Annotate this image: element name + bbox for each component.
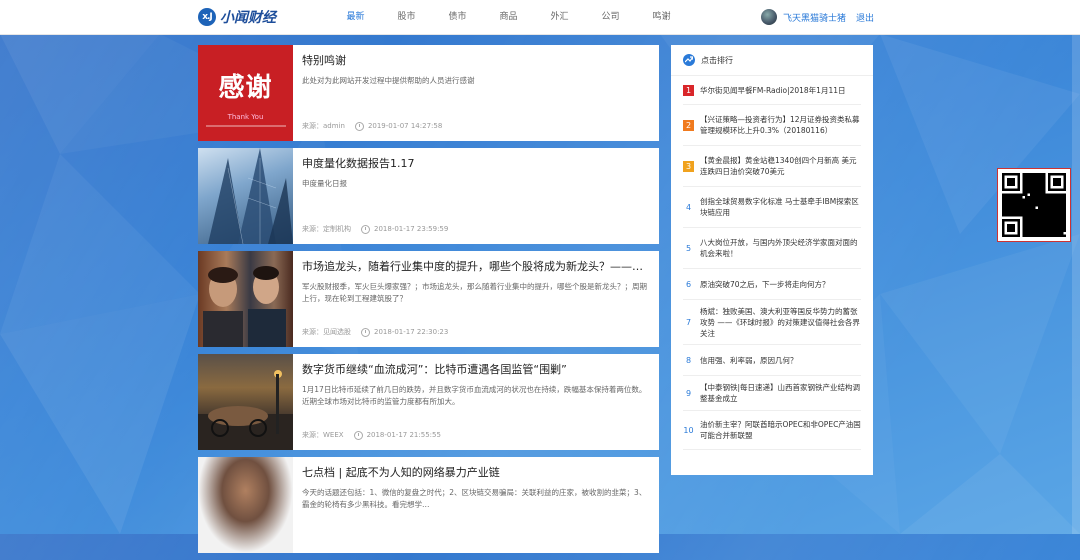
ranking-header: 点击排行 [671, 45, 873, 76]
ranking-item-text[interactable]: 杨斌：独败美国、澳大利亚等国反华势力的蓄张攻势 ——《环球时报》的对策建议值得社… [700, 306, 861, 339]
article-meta: 来源：见闻选股 2018-01-17 22:30:23 [302, 327, 448, 337]
article-time: 2018-01-17 23:59:59 [374, 225, 449, 233]
thank-you-image[interactable]: 感谢 Thank You [198, 45, 293, 141]
ranking-item-text[interactable]: 原油突破70之后，下一步将走向何方？ [700, 279, 830, 290]
article-time: 2019-01-07 14:27:58 [367, 122, 443, 130]
skyscraper-image[interactable] [198, 148, 293, 244]
article-summary: 军火股财报季，军火巨头爆家强？；市场追龙头，那么随着行业集中的提升，哪些个股是新… [302, 282, 647, 303]
article-card[interactable]: 市场追龙头，随着行业集中度的提升，哪些个股将成为新龙头？——1月17日券商路演精… [198, 251, 659, 347]
click-ranking-panel: 点击排行 1 华尔街见闻早餐FM-Radio|2018年1月11日 2 【兴证策略—投… [671, 45, 873, 475]
article-card[interactable]: 感谢 Thank You 特别鸣谢 此处对为此网站开发过程中提供帮助的人员进行感… [198, 45, 659, 141]
ranking-number: 8 [685, 355, 692, 365]
ranking-item-text[interactable]: 【黄金晨报】黄金站稳1340创四个月新高 美元连跌四日油价突破70美元 [700, 155, 861, 177]
logo-text: 小闻财经 [220, 10, 276, 26]
ranking-item-text[interactable]: 八大岗位开放，与国内外顶尖经济学家面对面的机会来啦！ [700, 237, 861, 259]
nav-latest[interactable]: 最新 [330, 0, 381, 34]
clock-icon [353, 430, 363, 440]
top-navbar: x.J 小闻财经 最新 股市 债市 商品 外汇 公司 鸣谢 飞天黑猫骑士猪 退出 [0, 0, 1080, 35]
ranking-item-text[interactable]: 信用强、利率弱，原因几何？ [700, 355, 798, 366]
clock-icon [361, 224, 370, 234]
article-title[interactable]: 数字货币继续“血流成河”：比特币遭遇各国监管“围剿” [302, 362, 649, 378]
ranking-title: 点击排行 [701, 55, 733, 65]
article-source: 来源：WEEX [302, 431, 344, 439]
ranking-item[interactable]: 7 杨斌：独败美国、澳大利亚等国反华势力的蓄张攻势 ——《环球时报》的对策建议值得… [683, 300, 861, 345]
ranking-list: 1 华尔街见闻早餐FM-Radio|2018年1月11日 2 【兴证策略—投资者行为】… [671, 76, 873, 450]
main-nav: 最新 股市 债市 商品 外汇 公司 鸣谢 [330, 0, 687, 34]
people-image[interactable] [198, 251, 293, 347]
nav-commodities[interactable]: 商品 [483, 0, 534, 34]
article-source: 来源：定制机构 [302, 225, 351, 233]
article-summary: 今天的话题还包括：1、微信的复盘之时代；2、区块链交易骗局：关联利益的庄家，被收… [302, 488, 647, 509]
article-title[interactable]: 申度量化数据报告1.17 [302, 156, 649, 172]
article-card[interactable]: 数字货币继续“血流成河”：比特币遭遇各国监管“围剿” 1月17日比特币延续了前几… [198, 354, 659, 450]
article-list: 感谢 Thank You 特别鸣谢 此处对为此网站开发过程中提供帮助的人员进行感… [198, 45, 659, 560]
clock-icon [354, 121, 364, 131]
article-summary: 1月17日比特币延续了前几日的跌势，并且数字货币血流成河的状况也在持续，跌幅基本… [302, 385, 647, 406]
ranking-number: 5 [685, 243, 692, 253]
ranking-item-text[interactable]: 创指全球贸易数字化标准 马士基牵手IBM探索区块链应用 [700, 196, 861, 218]
nav-forex[interactable]: 外汇 [534, 0, 585, 34]
user-area: 飞天黑猫骑士猪 退出 [760, 8, 874, 26]
ranking-item[interactable]: 6 原油突破70之后，下一步将走向何方？ [683, 269, 861, 300]
article-source: 来源：见闻选股 [302, 328, 351, 336]
article-card[interactable]: 申度量化数据报告1.17 申度量化日报 来源：定制机构 2018-01-17 2… [198, 148, 659, 244]
street-night-image[interactable] [198, 354, 293, 450]
ranking-item[interactable]: 9 【中泰钢铁|每日速递】山西首家钢铁产业结构调整基金成立 [683, 376, 861, 411]
ranking-item-text[interactable]: 华尔街见闻早餐FM-Radio|2018年1月11日 [700, 85, 846, 96]
ranking-number: 2 [683, 119, 694, 131]
trending-icon [683, 54, 695, 66]
ranking-item[interactable]: 3 【黄金晨报】黄金站稳1340创四个月新高 美元连跌四日油价突破70美元 [683, 146, 861, 187]
thumb-decoration [206, 125, 286, 127]
ranking-item[interactable]: 1 华尔街见闻早餐FM-Radio|2018年1月11日 [683, 76, 861, 105]
ranking-item[interactable]: 8 信用强、利率弱，原因几何？ [683, 345, 861, 376]
nav-stocks[interactable]: 股市 [381, 0, 432, 34]
article-summary: 申度量化日报 [302, 179, 347, 188]
ranking-item-text[interactable]: 【兴证策略—投资者行为】12月证券投资类私募管理规模环比上升0.3%（20180… [700, 114, 861, 136]
article-meta: 来源：WEEX 2018-01-17 21:55:55 [302, 430, 441, 440]
scrollbar[interactable] [1072, 34, 1080, 534]
ranking-item[interactable]: 10 油价新主宰？阿联酋暗示OPEC和非OPEC产油国可能合并新联盟 [683, 411, 861, 450]
article-time: 2018-01-17 21:55:55 [366, 431, 441, 439]
ranking-number: 1 [683, 84, 694, 96]
ranking-number: 10 [683, 425, 694, 435]
ranking-number: 7 [685, 317, 692, 327]
qr-code-icon [1002, 173, 1066, 237]
thumb-subtext: Thank You [227, 113, 264, 121]
blurred-person-image[interactable] [198, 457, 293, 553]
nav-bonds[interactable]: 债市 [432, 0, 483, 34]
article-title[interactable]: 七点档 | 起底不为人知的网络暴力产业链 [302, 465, 649, 481]
ranking-number: 3 [683, 160, 694, 172]
article-summary: 此处对为此网站开发过程中提供帮助的人员进行感谢 [302, 76, 475, 85]
thumb-text: 感谢 [218, 73, 273, 103]
article-meta: 来源：admin 2019-01-07 14:27:58 [302, 121, 442, 131]
logout-link[interactable]: 退出 [856, 11, 874, 24]
user-name[interactable]: 飞天黑猫骑士猪 [783, 11, 846, 24]
site-logo[interactable]: x.J 小闻财经 [198, 7, 276, 27]
article-source: 来源：admin [302, 122, 345, 130]
article-title[interactable]: 特别鸣谢 [302, 53, 649, 69]
article-card[interactable]: 七点档 | 起底不为人知的网络暴力产业链 今天的话题还包括：1、微信的复盘之时代… [198, 457, 659, 553]
avatar[interactable] [760, 9, 777, 25]
ranking-item-text[interactable]: 油价新主宰？阿联酋暗示OPEC和非OPEC产油国可能合并新联盟 [700, 419, 861, 441]
ranking-item-text[interactable]: 【中泰钢铁|每日速递】山西首家钢铁产业结构调整基金成立 [700, 382, 861, 404]
nav-thanks[interactable]: 鸣谢 [636, 0, 687, 34]
clock-icon [361, 327, 370, 337]
ranking-number: 6 [685, 279, 692, 289]
nav-companies[interactable]: 公司 [585, 0, 636, 34]
article-meta: 来源：定制机构 2018-01-17 23:59:59 [302, 224, 448, 234]
logo-mark: x.J [198, 8, 216, 26]
ranking-item[interactable]: 4 创指全球贸易数字化标准 马士基牵手IBM探索区块链应用 [683, 187, 861, 228]
article-title[interactable]: 市场追龙头，随着行业集中度的提升，哪些个股将成为新龙头？——1月17日券商路演精… [302, 259, 649, 275]
ranking-number: 4 [685, 202, 692, 212]
article-time: 2018-01-17 22:30:23 [374, 328, 449, 336]
ranking-item[interactable]: 5 八大岗位开放，与国内外顶尖经济学家面对面的机会来啦！ [683, 228, 861, 269]
ranking-number: 9 [685, 388, 692, 398]
qr-code [997, 168, 1071, 242]
ranking-item[interactable]: 2 【兴证策略—投资者行为】12月证券投资类私募管理规模环比上升0.3%（2018… [683, 105, 861, 146]
